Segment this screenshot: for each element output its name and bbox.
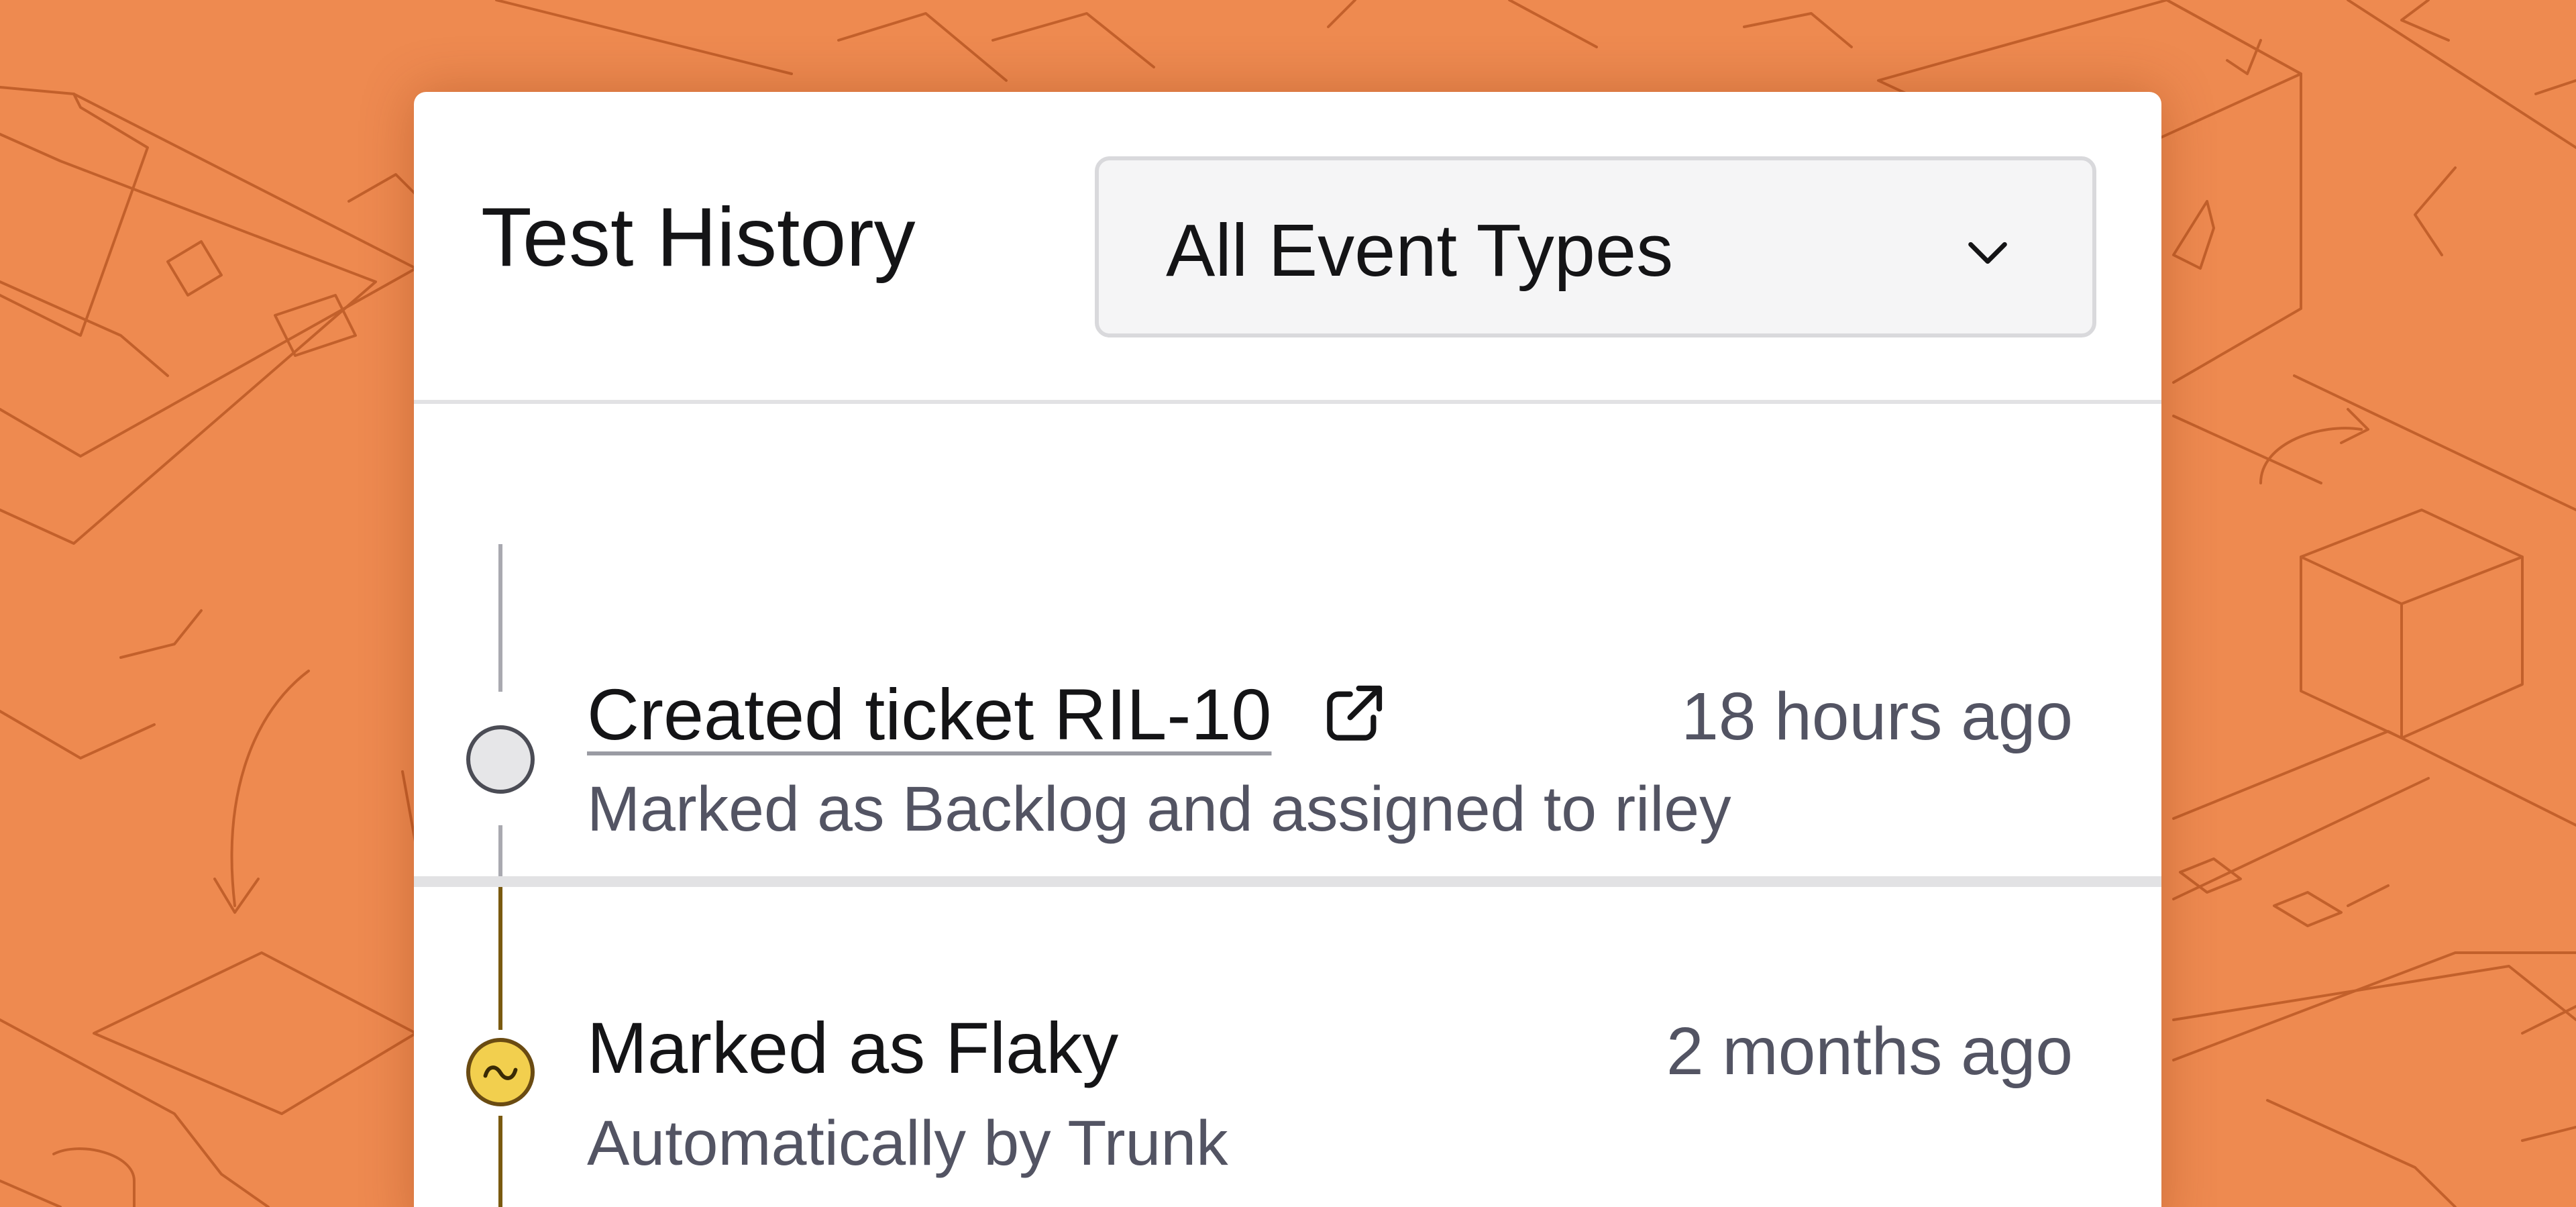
event-timestamp: 18 hours ago [1681,679,2073,754]
event-type-filter-value: All Event Types [1166,209,1674,292]
event-title-link[interactable]: Created ticket RIL-10 [587,678,1271,751]
event-description: Marked as Backlog and assigned to riley [587,774,1731,845]
chevron-down-icon [1968,242,2007,264]
timeline-rail [498,1116,502,1207]
flaky-wave-icon [483,1065,518,1080]
event-type-filter-select[interactable]: All Event Types [1095,156,2096,337]
event-divider [414,876,2161,887]
test-history-panel: Test History All Event Types Created tic… [414,92,2161,1207]
event-title: Marked as Flaky [587,1007,1119,1088]
external-link-icon[interactable] [1318,680,1388,749]
history-event-item: Marked as Flaky 2 months ago Automatical… [414,887,2161,1207]
panel-title: Test History [481,191,916,284]
event-timestamp: 2 months ago [1666,1014,2073,1089]
timeline-rail [498,544,502,692]
timeline-rail [498,887,502,1030]
timeline-status-node [466,725,535,794]
timeline-status-node-flaky [466,1038,535,1106]
panel-header: Test History All Event Types [414,92,2161,404]
event-description: Automatically by Trunk [587,1108,1228,1179]
